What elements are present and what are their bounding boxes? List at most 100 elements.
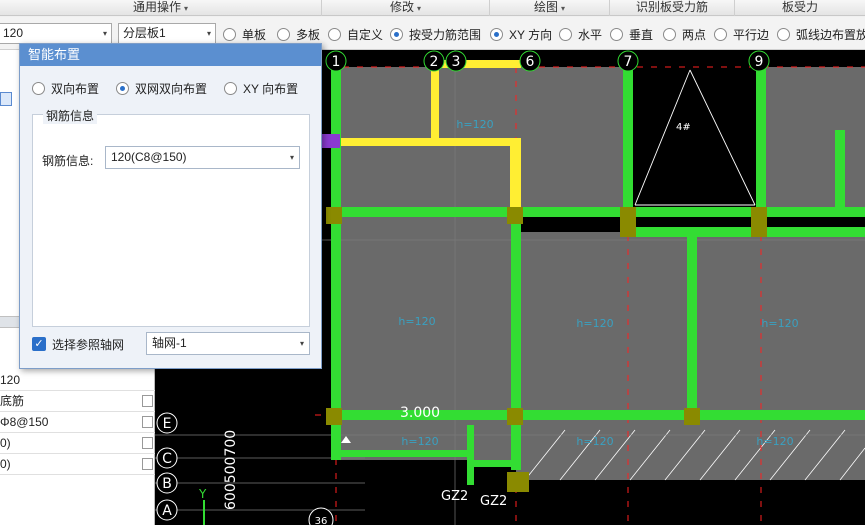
option-label: 双网双向布置 [135,81,208,96]
option-custom[interactable]: 自定义 [328,26,383,42]
property-row[interactable]: 0) [0,433,155,454]
option-label: XY 向布置 [243,81,299,96]
checkbox[interactable] [142,437,153,449]
wall[interactable] [431,60,521,68]
chevron-down-icon: ▾ [102,29,107,38]
option-single-slab[interactable]: 单板 [223,26,266,42]
rebar-info-label: 钢筋信息: [42,154,94,168]
radio-icon [224,81,237,95]
radio-selected-icon [390,27,403,41]
property-value: 0) [0,457,11,471]
ref-axis-checkbox[interactable]: ✓ 选择参照轴网 [32,336,124,352]
ribbon-group-slab-rebar[interactable]: 板受力 [735,0,865,16]
radio-icon [223,27,236,41]
beam[interactable] [467,425,474,485]
option-multi-slab[interactable]: 多板 [277,26,320,42]
option-double-mesh-bidirectional[interactable]: 双网双向布置 [116,80,207,96]
chevron-down-icon: ▾ [299,339,304,348]
radio-icon [559,27,572,41]
layer-combo[interactable]: 分层板1 ▾ [118,23,216,44]
column[interactable] [620,207,636,237]
option-label: 双向布置 [51,81,100,96]
option-xy-layout[interactable]: XY 向布置 [224,80,298,96]
stairwell-cross [634,69,756,206]
beam[interactable] [623,60,633,222]
slab-label: h=120 [456,118,493,131]
ribbon-group-bar: 通用操作 ▾ 修改 ▾ 绘图 ▾ 识别板受力筋 板受力 [0,0,865,16]
wall[interactable] [431,60,439,140]
radio-icon [277,27,290,41]
option-two-points[interactable]: 两点 [663,26,706,42]
beam[interactable] [331,207,865,217]
option-by-rebar-range[interactable]: 按受力筋范围 [390,26,481,42]
chevron-down-icon: ▾ [184,4,189,13]
beam[interactable] [628,227,865,237]
thickness-combo[interactable]: 120 ▾ [0,23,112,44]
axis-label: 2 [430,54,439,70]
beam[interactable] [331,450,471,457]
radio-selected-icon [490,27,503,41]
ribbon-group-identify-rebar[interactable]: 识别板受力筋 [610,0,735,16]
option-bidirectional[interactable]: 双向布置 [32,80,99,96]
axis-label: E [163,416,172,432]
column[interactable] [507,207,523,224]
option-label: 按受力筋范围 [409,27,482,42]
rebar-marker[interactable] [320,134,340,148]
axis-label: A [162,503,172,519]
slab-label: h=120 [398,315,435,328]
combo-value: 120 [3,26,24,40]
property-row[interactable]: Φ8@150 [0,412,155,433]
checkbox[interactable] [142,416,153,428]
beam[interactable] [331,60,341,460]
radio-icon [714,27,727,41]
option-label: 单板 [242,27,267,42]
ref-axis-combo[interactable]: 轴网-1 ▾ [146,332,310,355]
ucs-y-label: Y [198,487,207,501]
option-horizontal[interactable]: 水平 [559,26,602,42]
ribbon-group-label: 绘图 [533,0,558,14]
property-value: Φ8@150 [0,415,49,429]
beam[interactable] [467,460,517,467]
column[interactable] [326,207,342,224]
ribbon-group-general[interactable]: 通用操作 ▾ [0,0,322,16]
property-row[interactable]: 120 [0,370,155,391]
chevron-down-icon: ▾ [206,29,211,38]
slab-region[interactable] [761,67,865,212]
property-value: 0) [0,436,11,450]
chevron-down-icon: ▾ [289,153,294,162]
checkbox[interactable] [142,395,153,407]
rebar-info-combo[interactable]: 120(C8@150) ▾ [105,146,300,169]
checkbox[interactable] [142,458,153,470]
axis-label: 7 [624,54,633,70]
beam[interactable] [687,232,697,420]
property-row[interactable]: 0) [0,454,155,475]
property-row[interactable]: 底筋 [0,391,155,412]
column[interactable] [507,472,529,492]
document-icon[interactable] [0,92,12,106]
ribbon-group-draw[interactable]: 绘图 ▾ [490,0,610,16]
axis-label: 3 [452,54,461,70]
rebar-info-group: 钢筋信息 钢筋信息: 120(C8@150) ▾ [32,107,310,327]
column[interactable] [507,408,523,425]
option-parallel-edge[interactable]: 平行边 [714,26,769,42]
radio-icon [328,27,341,41]
column-tag: GZ2 [441,489,468,504]
column[interactable] [751,207,767,237]
radio-icon [610,27,623,41]
wall[interactable] [341,138,521,146]
ribbon-group-modify[interactable]: 修改 ▾ [322,0,490,16]
column[interactable] [326,408,342,425]
option-xy-direction[interactable]: XY 方向 [490,26,552,42]
option-arc-edge[interactable]: 弧线边布置放 [777,26,865,42]
option-vertical[interactable]: 垂直 [610,26,653,42]
axis-label: B [162,476,172,492]
column[interactable] [684,408,700,425]
wall[interactable] [510,138,521,212]
beam[interactable] [756,60,766,222]
option-label: 平行边 [733,27,770,42]
slab-region[interactable] [516,67,628,212]
option-label: 多板 [296,27,321,42]
beam[interactable] [835,130,845,210]
dialog-title[interactable]: 智能布置 [20,44,321,66]
elevation-label: 3.000 [400,405,440,421]
